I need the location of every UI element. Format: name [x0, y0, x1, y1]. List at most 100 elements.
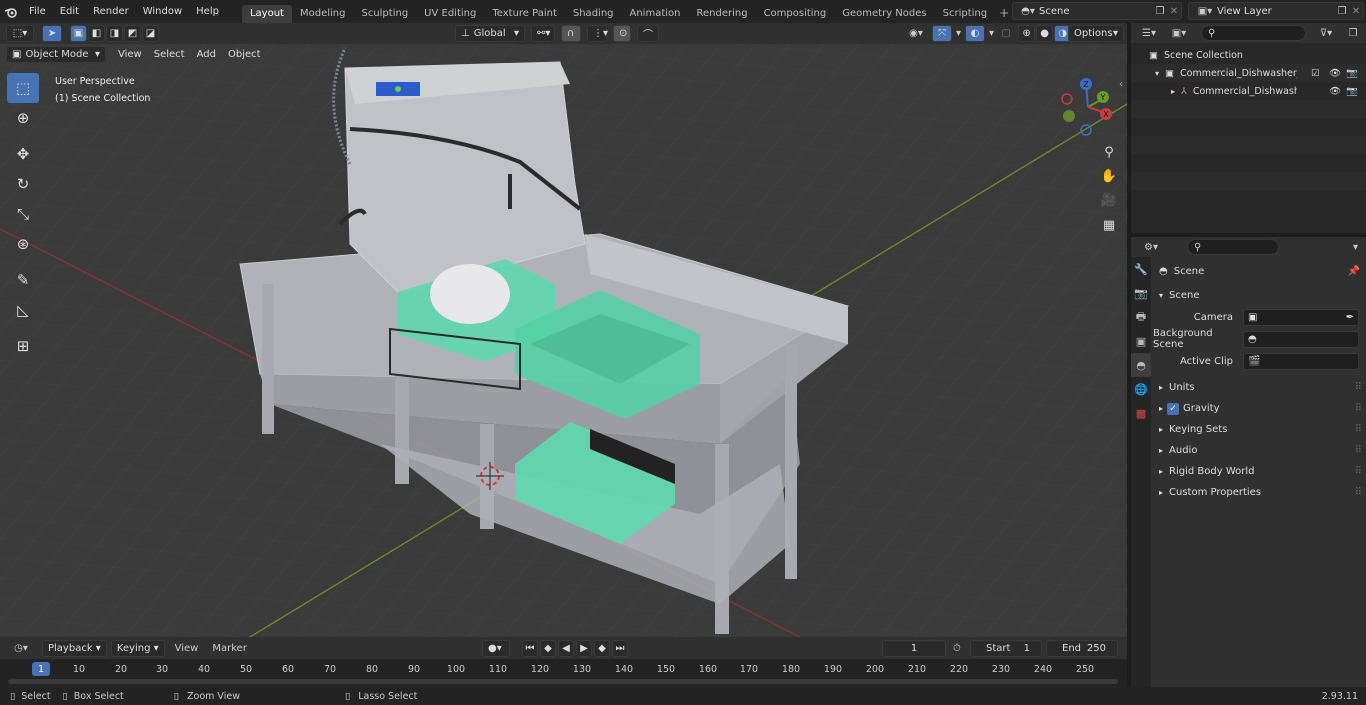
- camera-render-icon[interactable]: 📷: [1346, 68, 1358, 79]
- tab-world[interactable]: 🌐: [1131, 377, 1151, 401]
- gravity-checkbox[interactable]: ✓: [1167, 402, 1180, 415]
- tab-output[interactable]: 🖶: [1131, 305, 1151, 329]
- jump-start-button[interactable]: ⏮: [522, 639, 538, 657]
- falloff-dropdown[interactable]: ⌒: [637, 25, 659, 42]
- measure-tool[interactable]: ◺: [7, 295, 39, 325]
- menu-render[interactable]: Render: [86, 0, 136, 23]
- start-frame-field[interactable]: Start 1: [970, 639, 1042, 657]
- background-scene-field[interactable]: ◓: [1243, 330, 1359, 348]
- snap-target-dropdown[interactable]: ⋮▾: [587, 25, 608, 42]
- outliner-row-dishwasher-object[interactable]: ▸ ⅄ Commercial_Dishwasher 👁 📷: [1131, 82, 1366, 100]
- gizmo-toggle[interactable]: ⤧: [932, 25, 952, 42]
- menu-select[interactable]: Select: [148, 49, 191, 60]
- extend-selection-button[interactable]: ◧: [88, 25, 105, 42]
- next-keyframe-button[interactable]: ◆: [594, 639, 610, 657]
- menu-object[interactable]: Object: [222, 49, 267, 60]
- auto-keying-toggle[interactable]: ●▾: [482, 639, 510, 657]
- close-icon[interactable]: ✕: [1167, 6, 1181, 17]
- tab-layout[interactable]: Layout: [241, 4, 292, 23]
- keying-sets-panel[interactable]: ▸ Keying Sets ⠿: [1153, 419, 1366, 440]
- disclosure-open-icon[interactable]: ▾: [1155, 69, 1159, 78]
- camera-view-button[interactable]: 🎥: [1098, 189, 1120, 211]
- gravity-panel[interactable]: ▸ ✓ Gravity ⠿: [1153, 398, 1366, 419]
- keying-dropdown[interactable]: Keying ▾: [110, 639, 165, 657]
- drag-handle-icon[interactable]: ⠿: [1355, 466, 1362, 477]
- end-frame-field[interactable]: End 250: [1046, 639, 1118, 657]
- scale-tool[interactable]: ⤡: [7, 199, 39, 229]
- zoom-view-button[interactable]: ⚲: [1098, 141, 1120, 163]
- sidebar-toggle-icon[interactable]: ‹: [1119, 79, 1123, 90]
- tab-tool[interactable]: 🔧: [1131, 257, 1151, 281]
- annotate-tool[interactable]: ✎: [7, 265, 39, 295]
- current-frame-field[interactable]: 1: [882, 639, 946, 657]
- play-button[interactable]: ▶: [576, 639, 592, 657]
- invert-selection-button[interactable]: ◩: [124, 25, 141, 42]
- audio-panel[interactable]: ▸ Audio ⠿: [1153, 440, 1366, 461]
- outliner-row-dishwasher-collection[interactable]: ▾ ▣ Commercial_Dishwasher_with ☑ 👁 📷: [1131, 64, 1366, 82]
- properties-options-icon[interactable]: ▾: [1353, 242, 1358, 253]
- rotate-tool[interactable]: ↻: [7, 169, 39, 199]
- tab-sculpting[interactable]: Sculpting: [353, 5, 416, 23]
- active-clip-field[interactable]: 🎬: [1243, 352, 1359, 370]
- menu-help[interactable]: Help: [189, 0, 226, 23]
- ortho-toggle-button[interactable]: ▦: [1098, 214, 1120, 236]
- filter-icon[interactable]: ⊽▾: [1314, 28, 1338, 39]
- tab-scene[interactable]: ◓: [1131, 353, 1151, 377]
- display-mode-icon[interactable]: ▣▾: [1167, 28, 1191, 39]
- rigid-body-world-panel[interactable]: ▸ Rigid Body World ⠿: [1153, 461, 1366, 482]
- navigation-gizmo[interactable]: Z Y X: [1058, 77, 1118, 137]
- overlay-dropdown-icon[interactable]: ▾: [989, 28, 994, 39]
- subtract-selection-button[interactable]: ◨: [106, 25, 123, 42]
- select-box-tool[interactable]: ⬚: [7, 73, 39, 103]
- camera-field[interactable]: ▣ ✒: [1243, 308, 1359, 326]
- menu-add[interactable]: Add: [191, 49, 222, 60]
- tab-render[interactable]: 📷: [1131, 281, 1151, 305]
- jump-end-button[interactable]: ⏭: [612, 639, 628, 657]
- tab-uv-editing[interactable]: UV Editing: [416, 5, 484, 23]
- drag-handle-icon[interactable]: ⠿: [1355, 445, 1362, 456]
- visibility-icon[interactable]: ◉▾: [904, 28, 928, 39]
- tab-geometry-nodes[interactable]: Geometry Nodes: [834, 5, 934, 23]
- drag-handle-icon[interactable]: ⠿: [1355, 403, 1362, 414]
- tab-modeling[interactable]: Modeling: [292, 5, 354, 23]
- tweak-tool-button[interactable]: ➤: [42, 25, 62, 42]
- timeline-scrollbar[interactable]: [8, 679, 1118, 684]
- camera-render-icon[interactable]: 📷: [1346, 86, 1358, 97]
- options-dropdown[interactable]: Options ▾: [1068, 25, 1124, 42]
- eyedropper-icon[interactable]: ✒: [1346, 312, 1354, 323]
- drag-handle-icon[interactable]: ⠿: [1355, 487, 1362, 498]
- eye-icon[interactable]: 👁: [1329, 86, 1341, 97]
- custom-properties-panel[interactable]: ▸ Custom Properties ⠿: [1153, 482, 1366, 503]
- tab-animation[interactable]: Animation: [622, 5, 689, 23]
- drag-handle-icon[interactable]: ⠿: [1355, 424, 1362, 435]
- blender-logo-icon[interactable]: [0, 0, 22, 23]
- properties-editor-icon[interactable]: ⚙▾: [1139, 242, 1163, 253]
- orientation-dropdown[interactable]: ⊥ Global ▾: [455, 25, 525, 42]
- transform-tool[interactable]: ⊛: [7, 229, 39, 259]
- view-layer-selector[interactable]: ▣▾ View Layer ❐ ✕: [1188, 2, 1364, 20]
- mode-dropdown[interactable]: ▣ Object Mode ▾: [6, 46, 106, 63]
- cursor-tool[interactable]: ⊕: [7, 103, 39, 133]
- units-panel[interactable]: ▸ Units ⠿: [1153, 377, 1366, 398]
- tab-compositing[interactable]: Compositing: [756, 5, 835, 23]
- scene-panel-header[interactable]: ▾ Scene: [1153, 285, 1366, 306]
- disclosure-closed-icon[interactable]: ▸: [1171, 87, 1175, 96]
- pivot-dropdown[interactable]: ⚯▾: [531, 25, 555, 42]
- outliner-row-scene-collection[interactable]: ▣ Scene Collection: [1131, 46, 1366, 64]
- tab-rendering[interactable]: Rendering: [688, 5, 755, 23]
- copy-icon[interactable]: ❐: [1153, 6, 1167, 17]
- play-reverse-button[interactable]: ◀: [558, 639, 574, 657]
- overlay-toggle[interactable]: ◐: [965, 25, 986, 42]
- proportional-edit-toggle[interactable]: ⊙: [613, 25, 631, 42]
- add-workspace-icon[interactable]: +: [999, 6, 1009, 20]
- pan-view-button[interactable]: ✋: [1098, 165, 1120, 187]
- intersect-selection-button[interactable]: ◪: [142, 25, 159, 42]
- outliner-editor-icon[interactable]: ☰▾: [1137, 28, 1161, 39]
- exclude-checkbox-icon[interactable]: ☑: [1311, 68, 1320, 79]
- 3d-viewport[interactable]: User Perspective (1) Scene Collection ⬚ …: [0, 44, 1127, 637]
- eye-icon[interactable]: 👁: [1329, 68, 1341, 79]
- new-collection-icon[interactable]: ❐: [1344, 28, 1362, 39]
- pin-icon[interactable]: 📌: [1348, 266, 1360, 277]
- timeline-menu-marker[interactable]: Marker: [212, 643, 247, 654]
- tab-scripting[interactable]: Scripting: [935, 5, 995, 23]
